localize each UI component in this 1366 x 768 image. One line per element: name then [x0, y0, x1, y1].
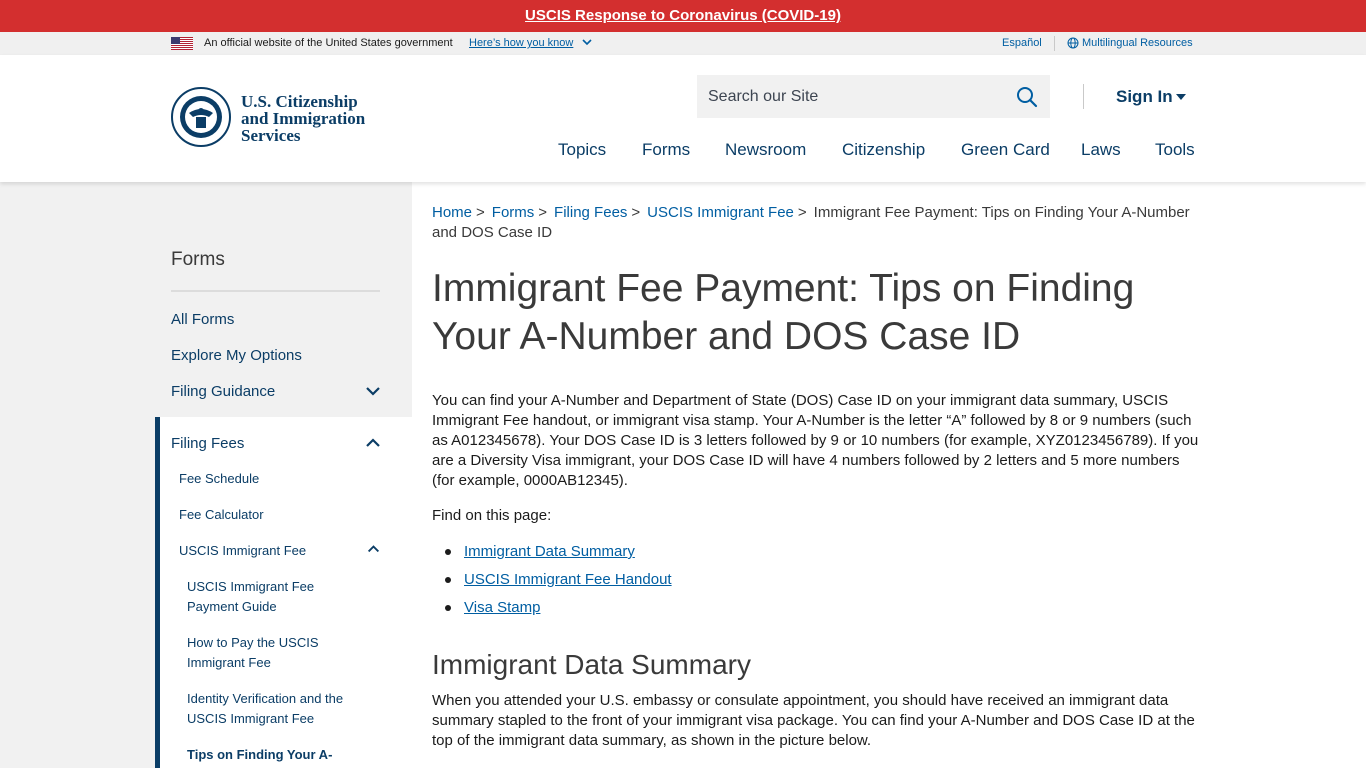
logo-line-1: U.S. Citizenship [241, 92, 358, 111]
breadcrumb-home[interactable]: Home [432, 204, 472, 221]
espanol-link[interactable]: Español [1002, 37, 1042, 49]
sidebar-divider [171, 290, 380, 292]
banner-divider [1054, 36, 1055, 51]
multilingual-resources-link[interactable]: Multilingual Resources [1082, 37, 1193, 49]
intro-paragraph: You can find your A-Number and Departmen… [432, 392, 1199, 489]
header-divider [1083, 84, 1084, 109]
us-flag-icon [171, 37, 193, 50]
toc-link-visa-stamp[interactable]: Visa Stamp [464, 599, 540, 616]
breadcrumb-filing-fees[interactable]: Filing Fees [554, 204, 627, 221]
sign-in-button[interactable]: Sign In [1116, 87, 1173, 107]
bullet [445, 577, 451, 583]
gov-banner: An official website of the United States… [0, 32, 1366, 55]
nav-topics[interactable]: Topics [558, 140, 606, 160]
official-site-text: An official website of the United States… [204, 37, 453, 49]
nav-green-card[interactable]: Green Card [961, 140, 1050, 160]
search-input[interactable] [697, 75, 997, 118]
list-item: Immigrant Data Summary [445, 543, 635, 561]
uscis-logo-text[interactable]: U.S. Citizenship and Immigration Service… [241, 93, 365, 144]
sidebar-title: Forms [171, 249, 225, 270]
breadcrumb-separator: > [538, 204, 548, 221]
chevron-up-icon[interactable] [367, 544, 380, 554]
sidebar-item-tips-finding-a-number[interactable]: Tips on Finding Your A- [187, 745, 372, 765]
chevron-down-icon[interactable] [581, 36, 593, 48]
section-heading: Immigrant Data Summary [432, 649, 751, 680]
sidebar-item-how-to-pay[interactable]: How to Pay the USCIS Immigrant Fee [187, 633, 357, 673]
search-icon[interactable] [1015, 85, 1039, 109]
sidebar-item-uscis-immigrant-fee[interactable]: USCIS Immigrant Fee [179, 541, 306, 561]
list-item: USCIS Immigrant Fee Handout [445, 571, 672, 589]
covid-alert-banner: USCIS Response to Coronavirus (COVID-19) [0, 0, 1366, 32]
sidebar-item-identity-verification[interactable]: Identity Verification and the USCIS Immi… [187, 689, 372, 729]
nav-forms[interactable]: Forms [642, 140, 690, 160]
breadcrumb-separator: > [631, 204, 641, 221]
sidebar-filing-fees-panel: Filing Fees Fee Schedule Fee Calculator … [155, 417, 412, 768]
sidebar-item-filing-guidance[interactable]: Filing Guidance [171, 383, 275, 400]
globe-icon [1067, 37, 1079, 49]
sidebar-item-explore-options[interactable]: Explore My Options [171, 347, 302, 364]
toc-link-immigrant-fee-handout[interactable]: USCIS Immigrant Fee Handout [464, 571, 672, 588]
caret-down-icon[interactable] [1175, 92, 1187, 102]
covid-alert-link[interactable]: USCIS Response to Coronavirus (COVID-19) [525, 7, 841, 24]
nav-tools[interactable]: Tools [1155, 140, 1195, 160]
page-title: Immigrant Fee Payment: Tips on Finding Y… [432, 267, 1135, 358]
sidebar-item-fee-calculator[interactable]: Fee Calculator [179, 505, 264, 525]
site-header: U.S. Citizenship and Immigration Service… [0, 55, 1366, 182]
nav-citizenship[interactable]: Citizenship [842, 140, 925, 160]
sidebar-item-fee-schedule[interactable]: Fee Schedule [179, 469, 259, 489]
chevron-up-icon[interactable] [365, 437, 381, 449]
nav-newsroom[interactable]: Newsroom [725, 140, 806, 160]
bullet [445, 549, 451, 555]
breadcrumb: Home > Forms > Filing Fees > USCIS Immigrant F… [432, 203, 1192, 243]
sidebar-item-all-forms[interactable]: All Forms [171, 311, 234, 328]
sidebar-item-filing-fees[interactable]: Filing Fees [171, 435, 244, 452]
list-item: Visa Stamp [445, 599, 540, 617]
main-nav: Topics Forms Newsroom Citizenship Green … [0, 140, 1366, 164]
breadcrumb-uscis-immigrant-fee[interactable]: USCIS Immigrant Fee [647, 204, 794, 221]
nav-laws[interactable]: Laws [1081, 140, 1121, 160]
how-you-know-button[interactable]: Here’s how you know [469, 37, 573, 49]
toc-link-immigrant-data-summary[interactable]: Immigrant Data Summary [464, 543, 635, 560]
logo-line-2: and Immigration [241, 109, 366, 128]
section-paragraph: When you attended your U.S. embassy or c… [432, 692, 1195, 749]
breadcrumb-separator: > [797, 204, 807, 221]
chevron-down-icon[interactable] [365, 385, 381, 397]
dhs-seal-icon[interactable] [171, 87, 231, 147]
breadcrumb-forms[interactable]: Forms [492, 204, 535, 221]
sidebar: Forms All Forms Explore My Options Filin… [0, 182, 412, 768]
breadcrumb-separator: > [476, 204, 485, 221]
find-on-page-label: Find on this page: [432, 507, 552, 524]
bullet [445, 605, 451, 611]
sidebar-item-payment-guide[interactable]: USCIS Immigrant Fee Payment Guide [187, 577, 357, 617]
search-box [697, 75, 1050, 118]
